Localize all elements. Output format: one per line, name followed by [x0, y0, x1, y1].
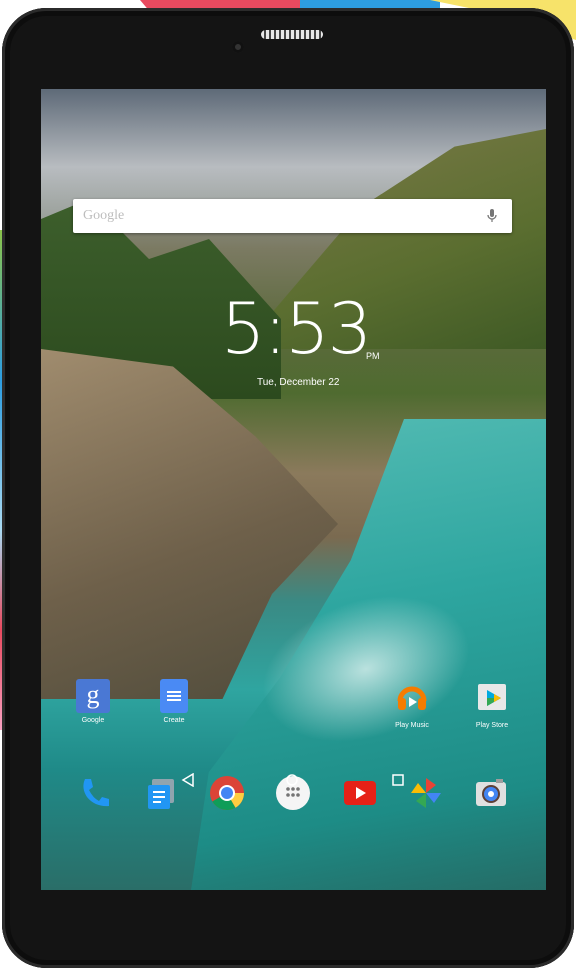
app-label: Create [163, 717, 185, 724]
google-search-icon: g [76, 679, 110, 713]
messages-icon[interactable] [144, 775, 180, 811]
back-icon[interactable] [181, 773, 195, 787]
app-label: Play Music [395, 722, 429, 729]
play-store-icon [478, 684, 506, 710]
camera-icon[interactable] [473, 775, 509, 811]
speaker-grille [261, 30, 323, 39]
clock-widget[interactable]: 5:53 [221, 288, 372, 370]
clock-time: 5:53 [221, 288, 372, 370]
home-screen: Google 5:53 PM Tue, December 22 g Google… [41, 89, 546, 890]
youtube-icon[interactable] [342, 775, 378, 811]
phone-icon[interactable] [77, 775, 113, 811]
app-play-music[interactable]: Play Music [382, 679, 442, 729]
clock-ampm: PM [366, 351, 380, 361]
google-search-bar[interactable]: Google [73, 199, 512, 233]
app-label: Play Store [475, 722, 509, 729]
front-camera [232, 41, 244, 53]
app-play-store[interactable]: Play Store [462, 679, 522, 729]
home-icon[interactable] [285, 773, 299, 787]
headphones-icon [397, 686, 427, 710]
app-create[interactable]: Create [144, 679, 204, 724]
docs-icon [160, 679, 188, 713]
recents-icon[interactable] [391, 773, 405, 787]
photos-icon[interactable] [408, 775, 444, 811]
chrome-icon[interactable] [209, 775, 245, 811]
microphone-icon[interactable] [484, 208, 500, 224]
search-placeholder: Google [83, 208, 125, 223]
app-label: Google [81, 717, 105, 724]
app-google[interactable]: g Google [63, 679, 123, 724]
clock-date: Tue, December 22 [257, 377, 340, 388]
